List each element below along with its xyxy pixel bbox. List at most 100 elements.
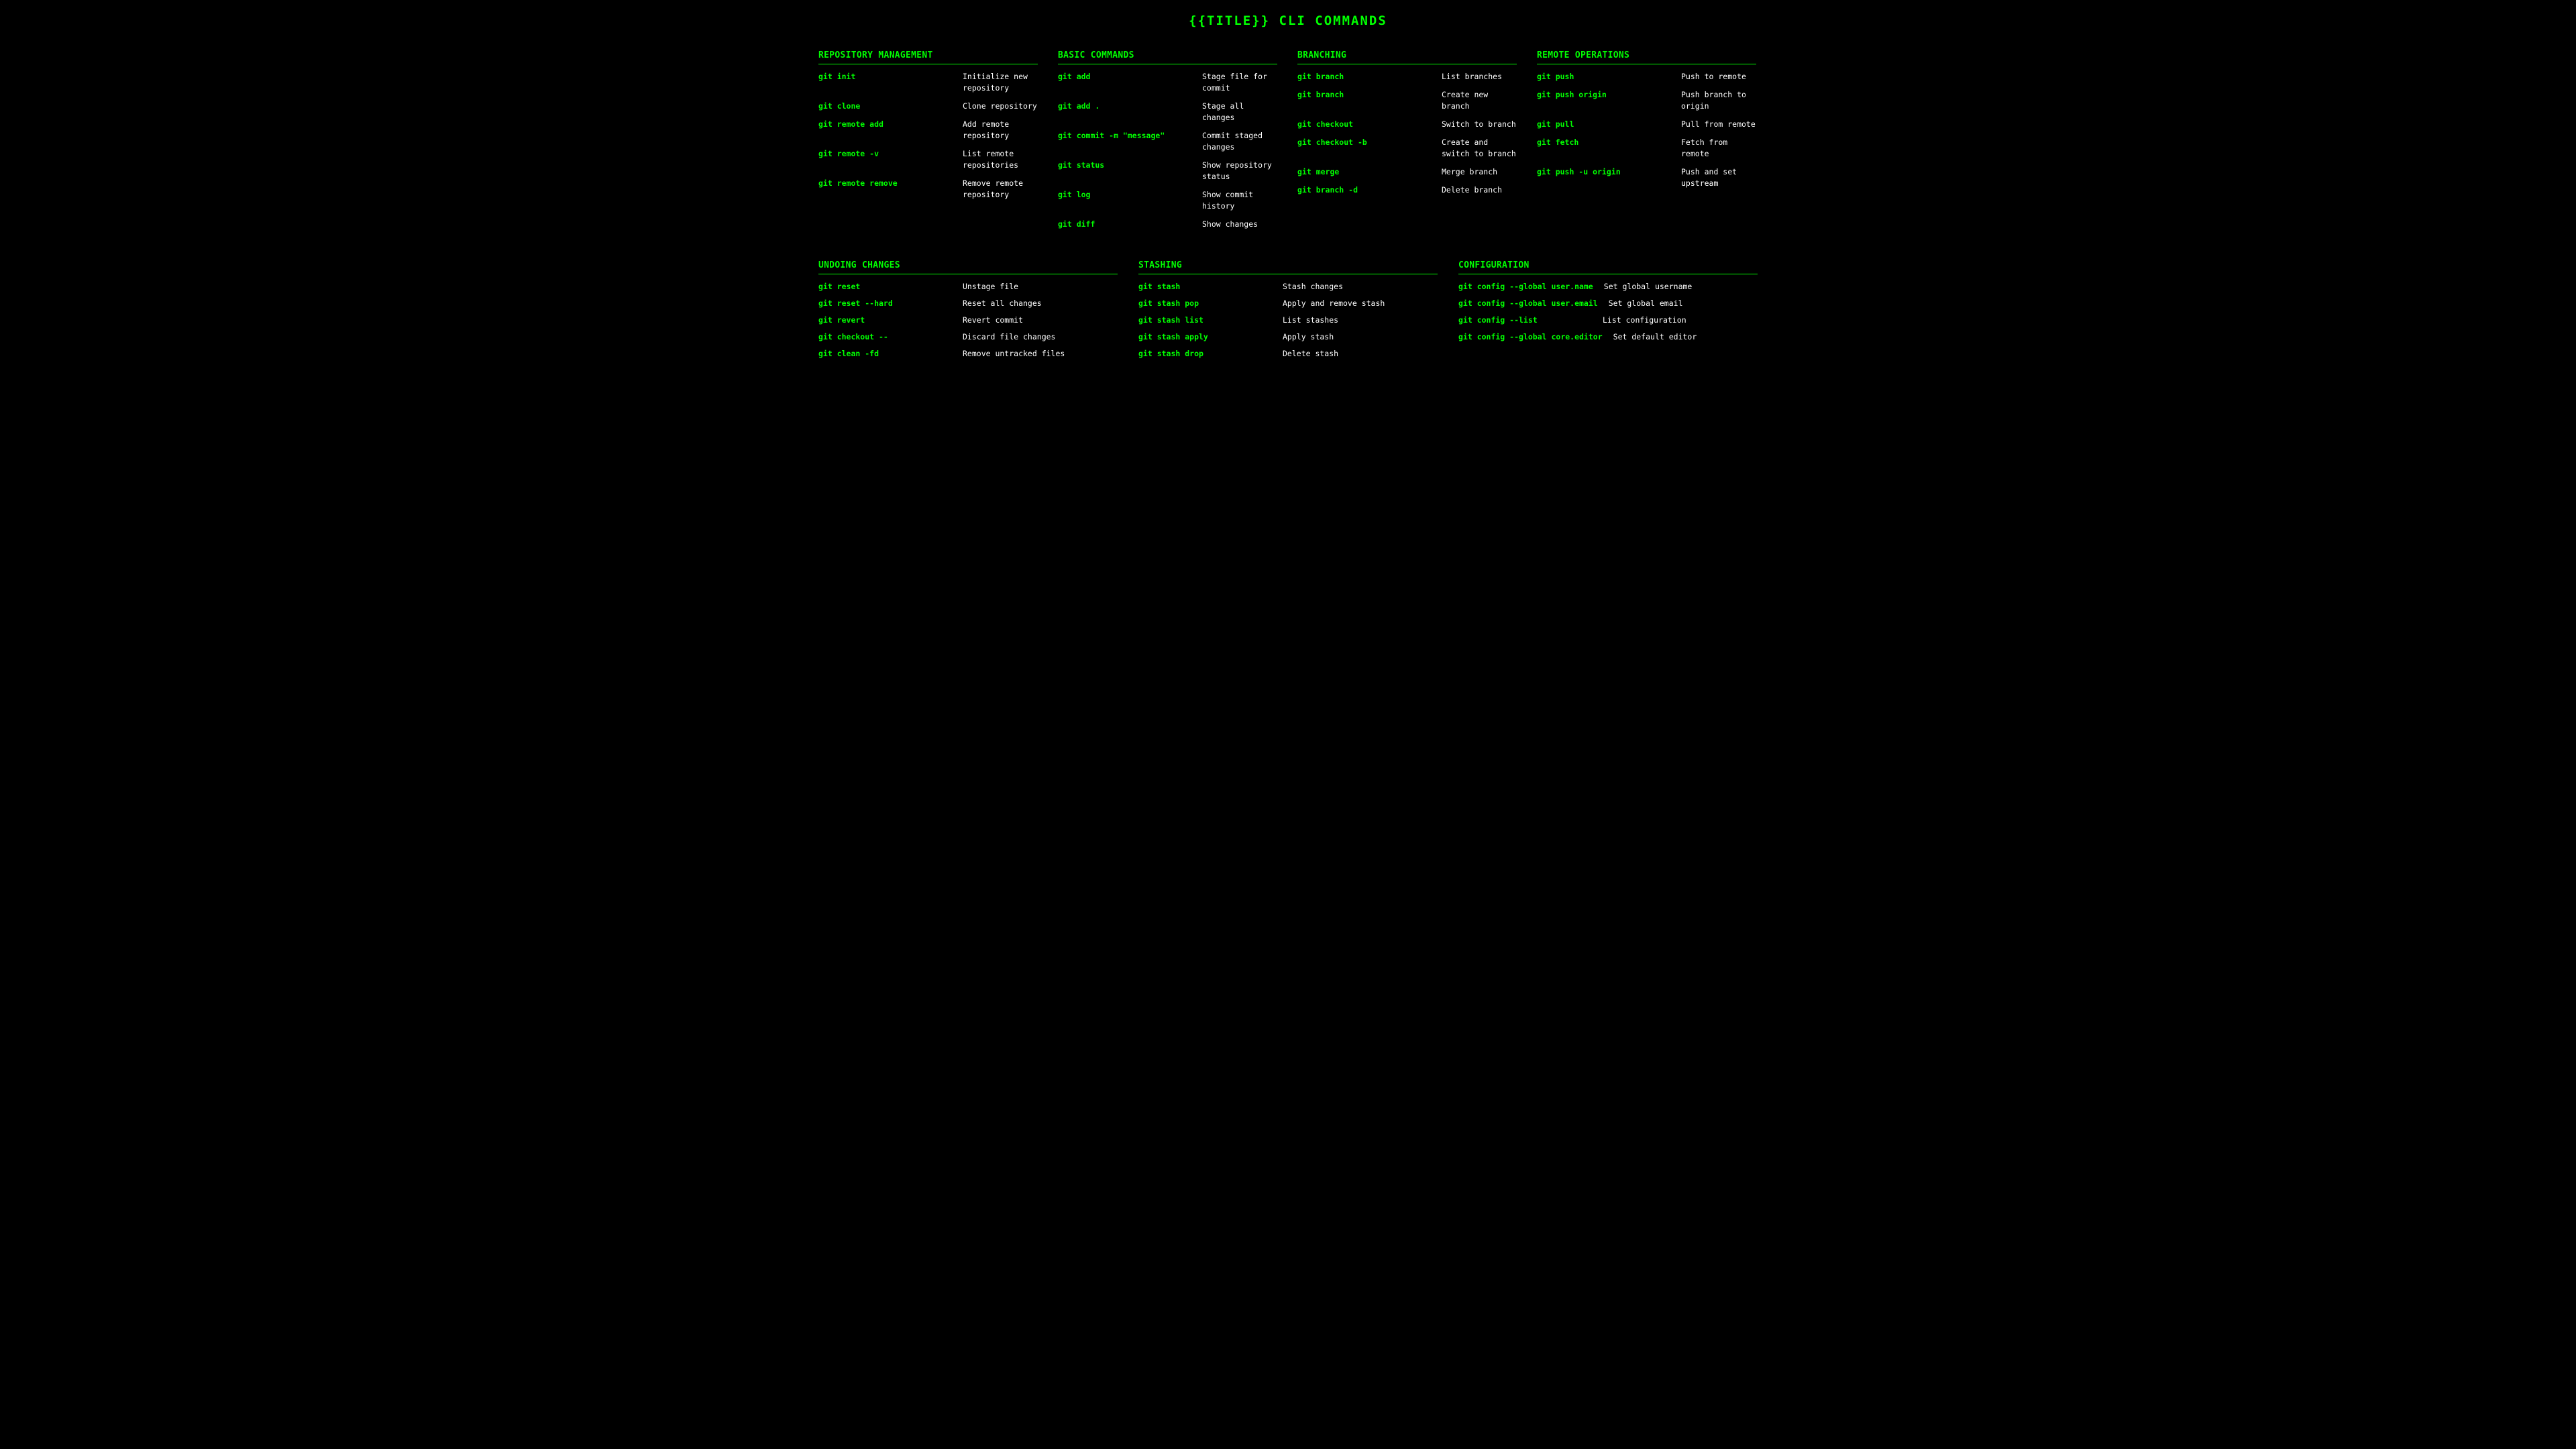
command-row: git diff Show changes [1058, 219, 1277, 230]
command-description: Set default editor [1613, 332, 1697, 341]
command-description: Apply and remove stash [1283, 299, 1385, 308]
section-remote-operations: REMOTE OPERATIONS git push Push to remote… [1537, 50, 1756, 237]
command: git config --list [1458, 315, 1538, 325]
command: git stash [1138, 282, 1181, 291]
top-sections: REPOSITORY MANAGEMENT git init Initialize… [818, 50, 1758, 237]
command: git config --global user.name [1458, 282, 1593, 291]
command: git log [1058, 190, 1091, 199]
command-description: Reset all changes [963, 299, 1042, 308]
command-row: git add Stage file for commit [1058, 71, 1277, 94]
command-description: Unstage file [963, 282, 1019, 291]
section-title: BRANCHING [1297, 50, 1517, 64]
command-description: Set global email [1608, 299, 1683, 308]
command-row: git branch List branches [1297, 71, 1517, 83]
command-description: Remove remote repository [963, 178, 1024, 199]
command-row: git branch -d Delete branch [1297, 184, 1517, 196]
command: git push [1537, 72, 1574, 81]
command-row: git stash pop Apply and remove stash [1138, 298, 1438, 309]
command-row: git add . Stage all changes [1058, 101, 1277, 123]
command-row: git remote add Add remote repository [818, 119, 1038, 142]
command-row: git checkout Switch to branch [1297, 119, 1517, 130]
command-row: git stash list List stashes [1138, 315, 1438, 326]
section-stashing: STASHING git stash Stash changes git stas… [1138, 260, 1438, 365]
section-title: REPOSITORY MANAGEMENT [818, 50, 1038, 64]
command-row: git push Push to remote [1537, 71, 1756, 83]
command-row: git config --global core.editor Set defau… [1458, 331, 1758, 343]
command: git config --global core.editor [1458, 332, 1603, 341]
section-branching: BRANCHING git branch List branches git br… [1297, 50, 1517, 237]
command: git branch [1297, 90, 1344, 99]
command-row: git init Initialize new repository [818, 71, 1038, 94]
command-row: git push -u origin Push and set upstream [1537, 166, 1756, 189]
command: git push -u origin [1537, 167, 1621, 176]
command-description: Discard file changes [963, 332, 1056, 341]
command: git config --global user.email [1458, 299, 1598, 308]
command: git checkout -b [1297, 138, 1367, 147]
section-title: REMOTE OPERATIONS [1537, 50, 1756, 64]
section-title: BASIC COMMANDS [1058, 50, 1277, 64]
command-description: Set global username [1603, 282, 1693, 291]
section-configuration: CONFIGURATION git config --global user.n… [1458, 260, 1758, 365]
command-row: git pull Pull from remote [1537, 119, 1756, 130]
command-row: git config --global user.email Set global… [1458, 298, 1758, 309]
command-row: git config --global user.name Set global … [1458, 281, 1758, 292]
command-row: git reset Unstage file [818, 281, 1118, 292]
command-description: Fetch from remote [1681, 138, 1728, 158]
command-row: git stash Stash changes [1138, 281, 1438, 292]
section-repository-management: REPOSITORY MANAGEMENT git init Initialize… [818, 50, 1038, 237]
command-row: git push origin Push branch to origin [1537, 89, 1756, 112]
command-row: git revert Revert commit [818, 315, 1118, 326]
command-row: git branch Create new branch [1297, 89, 1517, 112]
command-description: List branches [1442, 72, 1503, 81]
command: git fetch [1537, 138, 1579, 147]
command: git reset [818, 282, 861, 291]
command-row: git status Show repository status [1058, 160, 1277, 182]
command-description: Stage file for commit [1202, 72, 1267, 93]
command-description: List remote repositories [963, 149, 1019, 170]
command: git remote -v [818, 149, 879, 158]
command-description: Create and switch to branch [1442, 138, 1516, 158]
command-description: Add remote repository [963, 119, 1010, 140]
section-title: CONFIGURATION [1458, 260, 1758, 274]
command-description: List configuration [1603, 315, 1686, 325]
command: git stash list [1138, 315, 1203, 325]
command: git stash pop [1138, 299, 1199, 308]
command-description: Push and set upstream [1681, 167, 1737, 188]
command-description: List stashes [1283, 315, 1339, 325]
command: git pull [1537, 119, 1574, 129]
command-row: git stash drop Delete stash [1138, 348, 1438, 360]
command: git init [818, 72, 856, 81]
command: git revert [818, 315, 865, 325]
command-description: Commit staged changes [1202, 131, 1263, 152]
page-title: {{TITLE}} CLI COMMANDS [1189, 13, 1387, 28]
command-description: Clone repository [963, 101, 1037, 111]
command-description: Show changes [1202, 219, 1258, 229]
command-description: Show commit history [1202, 190, 1254, 211]
command: git branch -d [1297, 185, 1358, 195]
command: git remote remove [818, 178, 898, 188]
command-description: Remove untracked files [963, 349, 1065, 358]
section-undoing-changes: UNDOING CHANGES git reset Unstage file gi… [818, 260, 1118, 365]
command: git remote add [818, 119, 883, 129]
command: git clone [818, 101, 861, 111]
command-description: Initialize new repository [963, 72, 1028, 93]
section-basic-commands: BASIC COMMANDS git add Stage file for com… [1058, 50, 1277, 237]
command: git stash drop [1138, 349, 1203, 358]
command-description: Stash changes [1283, 282, 1344, 291]
command-row: git commit -m "message" Commit staged cha… [1058, 130, 1277, 153]
command-row: git reset --hard Reset all changes [818, 298, 1118, 309]
command: git merge [1297, 167, 1340, 176]
command: git add . [1058, 101, 1100, 111]
command-description: Revert commit [963, 315, 1024, 325]
command: git checkout -- [818, 332, 888, 341]
command: git branch [1297, 72, 1344, 81]
command-row: git stash apply Apply stash [1138, 331, 1438, 343]
command-row: git remote remove Remove remote repositor… [818, 178, 1038, 201]
command: git commit -m "message" [1058, 131, 1165, 140]
command-row: git clean -fd Remove untracked files [818, 348, 1118, 360]
command-row: git remote -v List remote repositories [818, 148, 1038, 171]
command-description: Stage all changes [1202, 101, 1244, 122]
command: git reset --hard [818, 299, 893, 308]
command: git diff [1058, 219, 1095, 229]
command-row: git merge Merge branch [1297, 166, 1517, 178]
